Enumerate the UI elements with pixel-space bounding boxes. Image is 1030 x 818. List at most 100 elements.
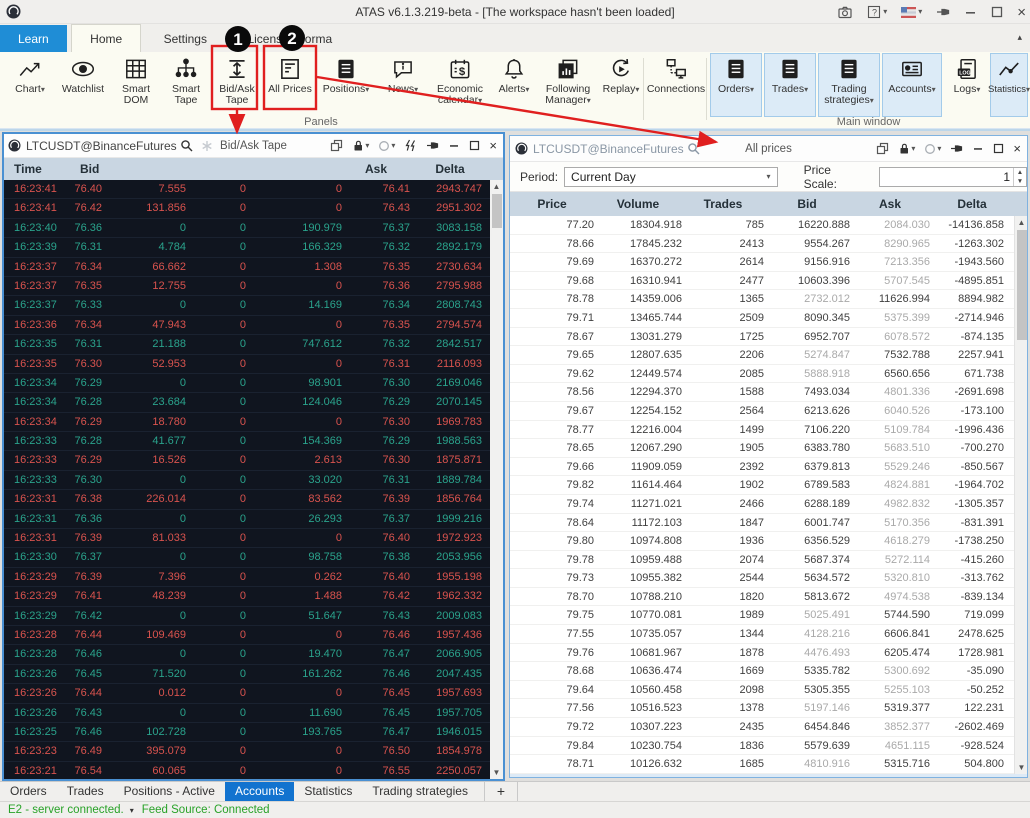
tape-row[interactable]: 16:23:34 76.28 23.684 0 124.046 76.29 2070.145	[4, 393, 490, 413]
tab-trades[interactable]: Trades	[57, 782, 114, 801]
smart-tape-button[interactable]: Smart Tape	[163, 54, 209, 114]
tape-row[interactable]: 16:23:34 76.29 0 0 98.901 76.30 2169.046	[4, 374, 490, 394]
tab-accounts[interactable]: Accounts	[224, 782, 295, 801]
price-row[interactable]: 79.74 11271.021 2466 6288.189 4982.832 -1305.…	[510, 495, 1014, 514]
price-row[interactable]: 79.84 10230.754 1836 5579.639 4651.115 -928.5…	[510, 737, 1014, 756]
price-row[interactable]: 78.67 13031.279 1725 6952.707 6078.572 -874.1…	[510, 328, 1014, 347]
tape-row[interactable]: 16:23:31 76.36 0 0 26.293 76.37 1999.216	[4, 510, 490, 530]
price-row[interactable]: 78.78 14359.006 1365 2732.012 11626.994 8894.…	[510, 290, 1014, 309]
tab-statistics[interactable]: Statistics	[294, 782, 362, 801]
tab-learn[interactable]: Learn	[0, 25, 67, 53]
all-prices-table-header[interactable]: Price Volume Trades Bid Ask Delta	[510, 192, 1027, 216]
maximize-icon[interactable]	[993, 143, 1004, 154]
bid-ask-tape-titlebar[interactable]: LTCUSDT@BinanceFutures Bid/Ask Tape ▾ ▾ …	[4, 134, 503, 158]
minimize-icon[interactable]	[973, 143, 984, 154]
tape-row[interactable]: 16:23:37 76.34 66.662 0 1.308 76.35 2730.634	[4, 258, 490, 277]
bid-ask-tape-button[interactable]: Bid/Ask Tape	[214, 54, 260, 114]
lock-icon[interactable]: ▾	[898, 142, 915, 155]
minimize-icon[interactable]	[965, 6, 977, 18]
news-button[interactable]: News▾	[380, 54, 426, 114]
tab-license-information[interactable]: License informa	[229, 25, 350, 53]
pin-icon[interactable]	[426, 140, 440, 151]
scrollbar-thumb[interactable]	[1016, 230, 1027, 340]
scroll-up-icon[interactable]: ▲	[1015, 216, 1027, 229]
price-row[interactable]: 79.62 12449.574 2085 5888.918 6560.656 671.73…	[510, 365, 1014, 384]
spinner-down-icon[interactable]: ▼	[1014, 177, 1026, 186]
price-row[interactable]: 79.72 10307.223 2435 6454.846 3852.377 -2602.…	[510, 718, 1014, 737]
close-icon[interactable]: ×	[1017, 4, 1026, 21]
price-row[interactable]: 79.80 10974.808 1936 6356.529 4618.279 -1738.…	[510, 532, 1014, 551]
following-manager-button[interactable]: Following Manager▾	[537, 54, 599, 114]
all-prices-titlebar[interactable]: LTCUSDT@BinanceFutures All prices ▾ ▾ ×	[510, 136, 1027, 162]
tab-positions-active[interactable]: Positions - Active	[114, 782, 225, 801]
price-row[interactable]: 78.68 10636.474 1669 5335.782 5300.692 -35.09…	[510, 662, 1014, 681]
help-button[interactable]: ? ▾	[867, 5, 887, 19]
tape-row[interactable]: 16:23:37 76.33 0 0 14.169 76.34 2808.743	[4, 296, 490, 316]
search-icon[interactable]	[180, 139, 193, 152]
tape-row[interactable]: 16:23:35 76.30 52.953 0 0 76.31 2116.093	[4, 355, 490, 374]
lock-icon[interactable]: ▾	[352, 139, 369, 152]
tape-row[interactable]: 16:23:35 76.31 21.188 0 747.612 76.32 2842.517	[4, 335, 490, 355]
tape-row[interactable]: 16:23:26 76.44 0.012 0 0 76.45 1957.693	[4, 684, 490, 704]
scroll-down-icon[interactable]: ▼	[1015, 761, 1027, 774]
trading-strategies-button[interactable]: Trading strategies▾	[818, 53, 880, 117]
spinner-up-icon[interactable]: ▲	[1014, 168, 1026, 177]
tape-row[interactable]: 16:23:28 76.46 0 0 19.470 76.47 2066.905	[4, 645, 490, 665]
duplicate-icon[interactable]	[330, 139, 343, 152]
duplicate-icon[interactable]	[876, 142, 889, 155]
instrument-selector[interactable]: LTCUSDT@BinanceFutures	[533, 142, 684, 156]
scrollbar-thumb[interactable]	[491, 194, 502, 228]
price-row[interactable]: 78.56 12294.370 1588 7493.034 4801.336 -2691.…	[510, 383, 1014, 402]
link-group-circle-icon[interactable]: ▾	[378, 140, 395, 152]
scroll-down-icon[interactable]: ▼	[490, 766, 503, 779]
price-row[interactable]: 79.71 13465.744 2509 8090.345 5375.399 -2714.…	[510, 309, 1014, 328]
all-prices-button[interactable]: All Prices	[266, 54, 314, 114]
price-row[interactable]: 77.20 18304.918 785 16220.888 2084.030 -14136…	[510, 216, 1014, 235]
maximize-icon[interactable]	[991, 6, 1003, 18]
price-row[interactable]: 79.75 10770.081 1989 5025.491 5744.590 719.09…	[510, 606, 1014, 626]
right-panel-scrollbar[interactable]: ▲ ▼	[1014, 216, 1027, 774]
positions-button[interactable]: Positions▾	[318, 54, 374, 114]
language-flag-button[interactable]: ▾	[901, 6, 922, 18]
price-row[interactable]: 78.64 11172.103 1847 6001.747 5170.356 -831.3…	[510, 514, 1014, 533]
price-row[interactable]: 79.73 10955.382 2544 5634.572 5320.810 -313.7…	[510, 569, 1014, 588]
tape-row[interactable]: 16:23:31 76.39 81.033 0 0 76.40 1972.923	[4, 529, 490, 549]
tape-row[interactable]: 16:23:40 76.36 0 0 190.979 76.37 3083.158	[4, 219, 490, 239]
replay-button[interactable]: Replay▾	[600, 54, 642, 114]
tape-row[interactable]: 16:23:29 76.39 7.396 0 0.262 76.40 1955.198	[4, 568, 490, 588]
period-select[interactable]: Current Day ▾	[564, 166, 778, 187]
price-row[interactable]: 79.82 11614.464 1902 6789.583 4824.881 -1964.…	[510, 476, 1014, 495]
tab-settings[interactable]: Settings	[146, 25, 225, 53]
tab-trading-strategies[interactable]: Trading strategies	[362, 782, 478, 801]
scroll-up-icon[interactable]: ▲	[490, 180, 503, 193]
tab-orders[interactable]: Orders	[0, 782, 57, 801]
tape-row[interactable]: 16:23:41 76.40 7.555 0 0 76.41 2943.747	[4, 180, 490, 200]
server-status[interactable]: E2 - server connected.	[8, 804, 124, 816]
hotkeys-icon[interactable]	[404, 139, 417, 152]
minimize-icon[interactable]	[449, 140, 460, 151]
price-row[interactable]: 78.71 10126.632 1685 4810.916 5315.716 504.80…	[510, 755, 1014, 774]
maximize-icon[interactable]	[469, 140, 480, 151]
smart-dom-button[interactable]: Smart DOM	[113, 54, 159, 114]
economic-calendar-button[interactable]: $ Economic calendar▾	[430, 54, 490, 114]
tape-row[interactable]: 16:23:33 76.30 0 0 33.020 76.31 1889.784	[4, 471, 490, 491]
tape-row[interactable]: 16:23:31 76.38 226.014 0 83.562 76.39 1856.764	[4, 490, 490, 510]
tape-row[interactable]: 16:23:37 76.35 12.755 0 0 76.36 2795.988	[4, 277, 490, 297]
price-row[interactable]: 77.55 10735.057 1344 4128.216 6606.841 2478.6…	[510, 625, 1014, 644]
tape-row[interactable]: 16:23:41 76.42 131.856 0 0 76.43 2951.302	[4, 199, 490, 219]
logs-button[interactable]: LOG Logs▾	[946, 54, 988, 114]
pin-icon[interactable]	[936, 6, 951, 18]
link-group-circle-icon[interactable]: ▾	[924, 143, 941, 155]
price-row[interactable]: 77.56 10516.523 1378 5197.146 5319.377 122.23…	[510, 699, 1014, 719]
watchlist-button[interactable]: Watchlist	[56, 54, 110, 114]
tape-row[interactable]: 16:23:29 76.41 48.239 0 1.488 76.42 1962.332	[4, 587, 490, 607]
tape-row[interactable]: 16:23:29 76.42 0 0 51.647 76.43 2009.083	[4, 607, 490, 626]
tape-row[interactable]: 16:23:21 76.54 60.065 0 0 76.55 2250.057	[4, 762, 490, 779]
screenshot-icon[interactable]	[837, 4, 853, 20]
left-panel-scrollbar[interactable]: ▲ ▼	[490, 180, 503, 779]
chevron-down-icon[interactable]: ▾	[130, 806, 134, 815]
tape-row[interactable]: 16:23:39 76.31 4.784 0 166.329 76.32 2892.179	[4, 238, 490, 258]
price-row[interactable]: 78.70 10788.210 1820 5813.672 4974.538 -839.1…	[510, 588, 1014, 607]
price-row[interactable]: 79.68 16310.941 2477 10603.396 5707.545 -4895…	[510, 272, 1014, 291]
tape-row[interactable]: 16:23:34 76.29 18.780 0 0 76.30 1969.783	[4, 413, 490, 433]
